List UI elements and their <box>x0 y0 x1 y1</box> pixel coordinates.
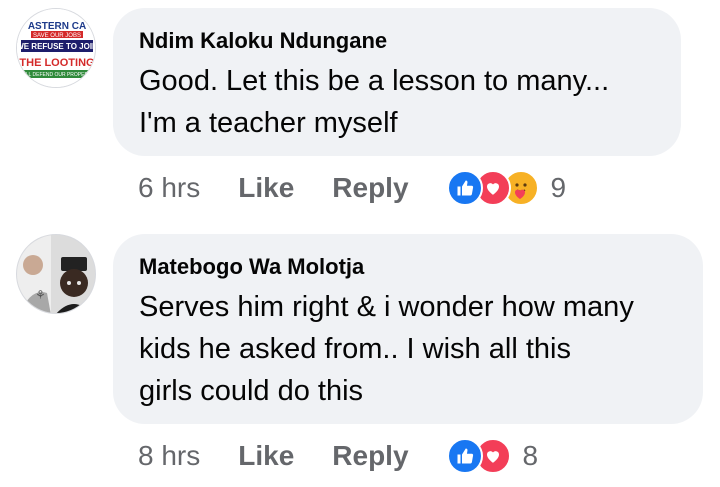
author-name[interactable]: Matebogo Wa Molotja <box>139 254 677 280</box>
comment-text-line-1: Good. Let this be a lesson to many... <box>139 65 610 97</box>
comment-2: ⚘ Matebogo Wa Molotja Serves him right &… <box>0 220 720 487</box>
like-button[interactable]: Like <box>238 440 294 472</box>
svg-text:⚘: ⚘ <box>35 288 46 302</box>
avatar[interactable]: ASTERN CA SAVE OUR JOBS WE REFUSE TO JOI… <box>16 8 96 88</box>
reply-button[interactable]: Reply <box>332 172 408 204</box>
avatar[interactable]: ⚘ <box>16 234 96 314</box>
comment-bubble: Matebogo Wa Molotja Serves him right & i… <box>113 234 703 424</box>
timestamp[interactable]: 6 hrs <box>138 172 200 204</box>
author-name[interactable]: Ndim Kaloku Ndungane <box>139 28 655 54</box>
like-button[interactable]: Like <box>238 172 294 204</box>
timestamp[interactable]: 8 hrs <box>138 440 200 472</box>
reactions-summary[interactable] <box>446 438 511 474</box>
avatar-line-4: THE LOOTING <box>19 57 94 69</box>
comment-bubble: Ndim Kaloku Ndungane Good. Let this be a… <box>113 8 681 156</box>
comment-text-line-2: I'm a teacher myself <box>139 107 398 139</box>
comment-actions: 6 hrs Like Reply 9 <box>138 168 566 208</box>
avatar-image: ASTERN CA SAVE OUR JOBS WE REFUSE TO JOI… <box>17 9 96 87</box>
like-icon <box>446 170 483 206</box>
reaction-count[interactable]: 9 <box>551 172 567 204</box>
comment-text-line-3: girls could do this <box>139 375 364 407</box>
reaction-count[interactable]: 8 <box>523 440 539 472</box>
avatar-line-2: SAVE OUR JOBS <box>33 33 81 39</box>
comment-text-line-2: kids he asked from.. I wish all this <box>139 333 571 365</box>
like-icon <box>446 438 483 474</box>
comment-text-line-1: Serves him right & i wonder how many <box>139 291 634 323</box>
reactions-summary[interactable] <box>446 170 539 206</box>
comment-1: ASTERN CA SAVE OUR JOBS WE REFUSE TO JOI… <box>0 0 720 220</box>
reply-button[interactable]: Reply <box>332 440 408 472</box>
avatar-line-1: ASTERN CA <box>28 21 86 32</box>
avatar-line-3: WE REFUSE TO JOIN <box>17 42 96 51</box>
comment-actions: 8 hrs Like Reply 8 <box>138 436 538 476</box>
avatar-line-5: WILL DEFEND OUR PROPERTY <box>20 72 95 78</box>
avatar-image: ⚘ <box>17 235 95 313</box>
